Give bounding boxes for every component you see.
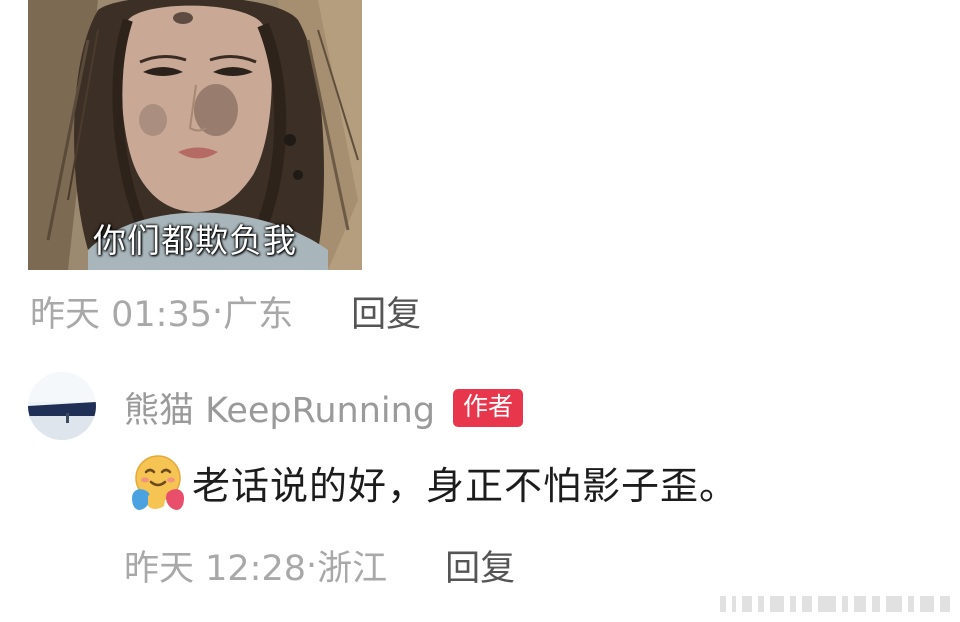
comment-location: 浙江 (317, 549, 388, 589)
hugging-face-icon (132, 455, 184, 510)
comment-text: 老话说的好，身正不怕影子歪。 (192, 463, 739, 508)
avatar-image (28, 372, 96, 440)
post-time: 昨天 01:35 (30, 295, 212, 335)
comment-meta-row: 昨天 12:28 · 浙江 回复 (124, 540, 515, 591)
post-reply-button[interactable]: 回复 (351, 286, 421, 337)
comment-body: 老话说的好，身正不怕影子歪。 (126, 452, 738, 512)
post-meta-separator: · (212, 291, 224, 332)
post-location: 广东 (223, 295, 294, 335)
comment-reply-button[interactable]: 回复 (445, 540, 515, 591)
comment-header: 熊猫 KeepRunning 作者 (124, 382, 524, 433)
avatar[interactable] (28, 372, 96, 440)
meme-caption: 你们都欺负我 (93, 221, 297, 260)
watermark-graphic (720, 596, 950, 612)
author-badge: 作者 (453, 388, 524, 427)
meme-image[interactable]: 你们都欺负我 (28, 0, 362, 270)
username[interactable]: 熊猫 KeepRunning (124, 382, 435, 433)
comment-meta-separator: · (306, 545, 318, 586)
comment-time: 昨天 12:28 (124, 549, 306, 589)
post-meta-row: 昨天 01:35 · 广东 回复 (30, 286, 421, 337)
